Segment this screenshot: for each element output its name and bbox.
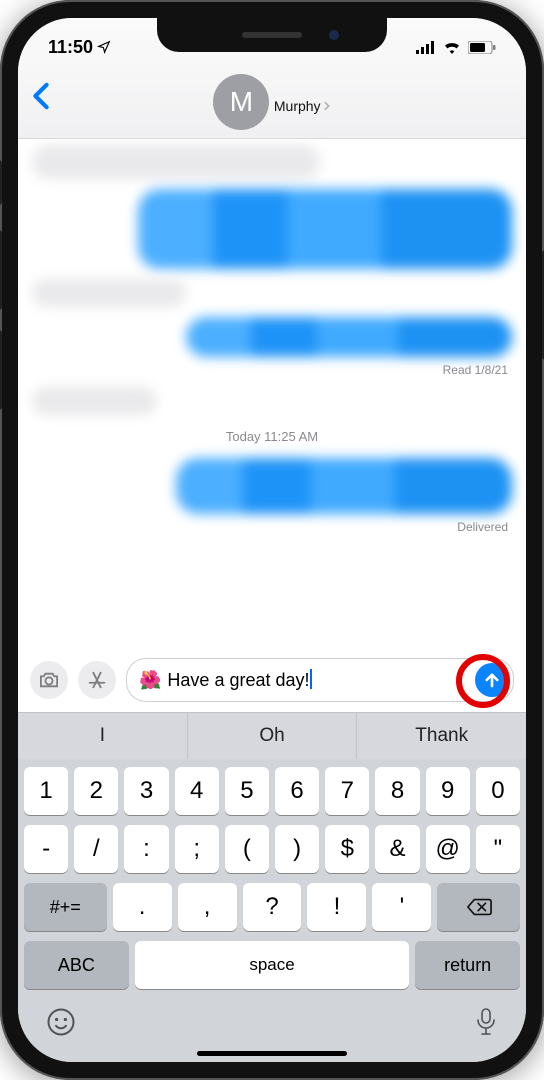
contact-button[interactable]: M Murphy bbox=[32, 74, 512, 130]
dictation-key[interactable] bbox=[474, 1007, 498, 1037]
keyboard-row-3: #+= . , ? ! ' bbox=[24, 883, 520, 931]
message-list[interactable]: Read 1/8/21 Today 11:25 AM Delivered bbox=[18, 139, 526, 650]
compose-text: Have a great day! bbox=[167, 670, 309, 690]
key[interactable]: ' bbox=[372, 883, 431, 931]
location-icon bbox=[97, 40, 111, 54]
suggestion[interactable]: I bbox=[18, 713, 187, 759]
delivered-receipt: Delivered bbox=[32, 520, 512, 534]
message-incoming[interactable] bbox=[32, 387, 512, 415]
keyboard-row-1: 1 2 3 4 5 6 7 8 9 0 bbox=[24, 767, 520, 815]
message-outgoing[interactable] bbox=[32, 458, 512, 514]
key[interactable]: $ bbox=[325, 825, 369, 873]
suggestion[interactable]: Thank bbox=[356, 713, 526, 759]
key[interactable]: , bbox=[178, 883, 237, 931]
emoji-key[interactable] bbox=[46, 1007, 76, 1037]
home-indicator[interactable] bbox=[197, 1051, 347, 1056]
back-button[interactable] bbox=[32, 82, 50, 115]
notch bbox=[157, 18, 387, 52]
key[interactable]: ( bbox=[225, 825, 269, 873]
key[interactable]: 8 bbox=[375, 767, 419, 815]
symbols-key[interactable]: #+= bbox=[24, 883, 107, 931]
camera-icon bbox=[38, 671, 60, 689]
message-incoming[interactable] bbox=[32, 145, 512, 179]
message-outgoing[interactable] bbox=[32, 189, 512, 269]
status-time: 11:50 bbox=[48, 37, 93, 58]
conversation-header: M Murphy bbox=[18, 68, 526, 139]
space-key[interactable]: space bbox=[135, 941, 410, 989]
key[interactable]: ! bbox=[307, 883, 366, 931]
quicktype-bar: I Oh Thank bbox=[18, 712, 526, 759]
key[interactable]: 7 bbox=[325, 767, 369, 815]
keyboard: 1 2 3 4 5 6 7 8 9 0 - / : ; ( ) $ & @ bbox=[18, 759, 526, 1062]
message-incoming[interactable] bbox=[32, 279, 512, 307]
chevron-right-icon bbox=[323, 101, 331, 111]
suggestion[interactable]: Oh bbox=[187, 713, 357, 759]
keyboard-row-2: - / : ; ( ) $ & @ " bbox=[24, 825, 520, 873]
key[interactable]: : bbox=[124, 825, 168, 873]
key[interactable]: ; bbox=[175, 825, 219, 873]
message-input[interactable]: 🌺 Have a great day! bbox=[126, 658, 514, 702]
key[interactable]: ) bbox=[275, 825, 319, 873]
timestamp: Today 11:25 AM bbox=[32, 429, 512, 444]
key[interactable]: 0 bbox=[476, 767, 520, 815]
iphone-device-frame: 11:50 M Murphy bbox=[0, 0, 544, 1080]
compose-bar: 🌺 Have a great day! bbox=[18, 650, 526, 712]
backspace-icon bbox=[466, 897, 492, 917]
key[interactable]: - bbox=[24, 825, 68, 873]
wifi-icon bbox=[442, 40, 462, 54]
chevron-left-icon bbox=[32, 82, 50, 110]
key[interactable]: 4 bbox=[175, 767, 219, 815]
arrow-up-icon bbox=[483, 671, 501, 689]
key[interactable]: 1 bbox=[24, 767, 68, 815]
key[interactable]: . bbox=[113, 883, 172, 931]
key[interactable]: @ bbox=[426, 825, 470, 873]
apps-button[interactable] bbox=[78, 661, 116, 699]
cellular-icon bbox=[416, 41, 436, 54]
return-key[interactable]: return bbox=[415, 941, 520, 989]
camera-button[interactable] bbox=[30, 661, 68, 699]
key[interactable]: ? bbox=[243, 883, 302, 931]
key[interactable]: 3 bbox=[124, 767, 168, 815]
key[interactable]: 9 bbox=[426, 767, 470, 815]
backspace-key[interactable] bbox=[437, 883, 520, 931]
contact-name: Murphy bbox=[274, 98, 321, 114]
send-button[interactable] bbox=[475, 663, 509, 697]
message-outgoing[interactable] bbox=[32, 317, 512, 357]
keyboard-row-4: ABC space return bbox=[24, 941, 520, 989]
avatar: M bbox=[213, 74, 269, 130]
battery-icon bbox=[468, 41, 496, 54]
key[interactable]: & bbox=[375, 825, 419, 873]
key[interactable]: 5 bbox=[225, 767, 269, 815]
app-store-icon bbox=[86, 669, 108, 691]
key[interactable]: / bbox=[74, 825, 118, 873]
compose-emoji: 🌺 bbox=[139, 670, 161, 691]
key[interactable]: 2 bbox=[74, 767, 118, 815]
read-receipt: Read 1/8/21 bbox=[32, 363, 512, 377]
key[interactable]: 6 bbox=[275, 767, 319, 815]
key[interactable]: " bbox=[476, 825, 520, 873]
abc-key[interactable]: ABC bbox=[24, 941, 129, 989]
